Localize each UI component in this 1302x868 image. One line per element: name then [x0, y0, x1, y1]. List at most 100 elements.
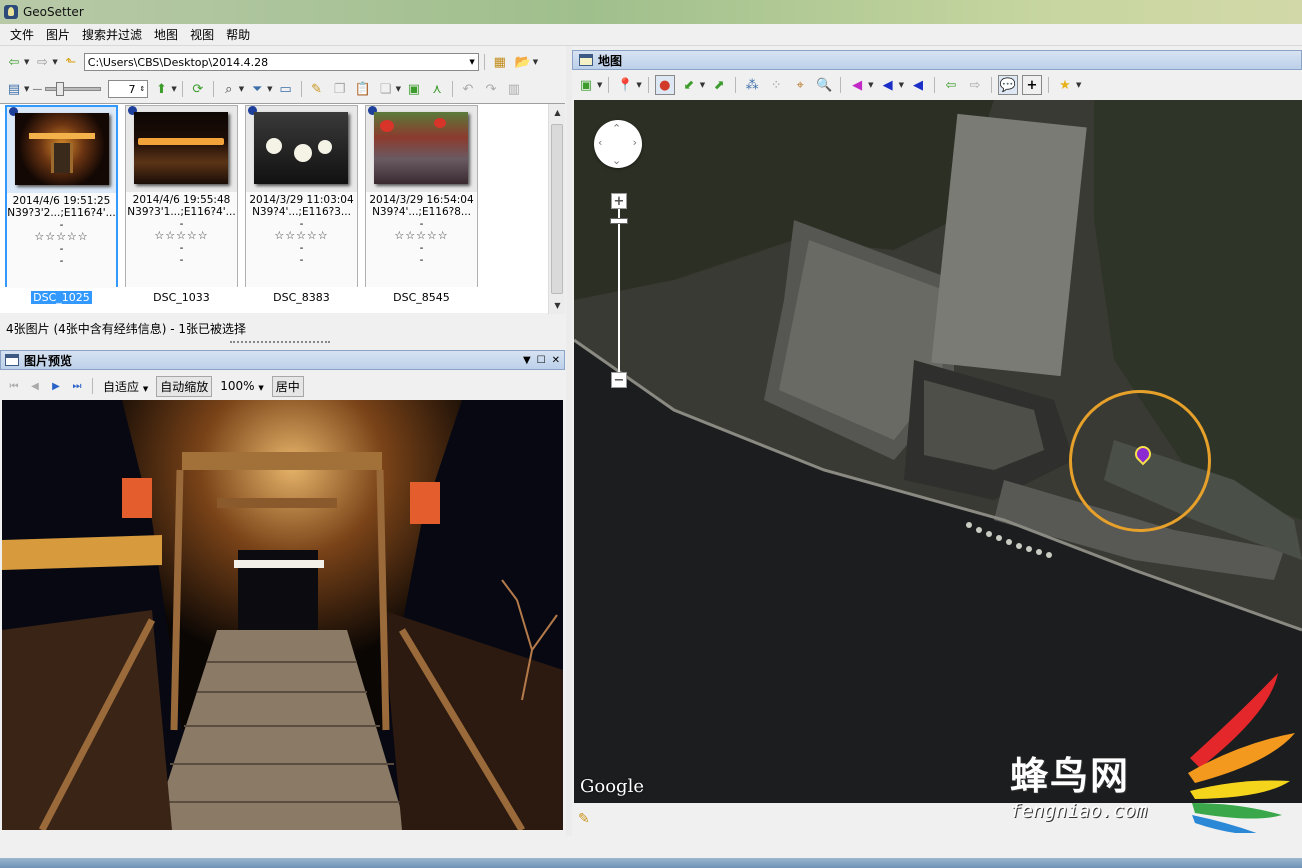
thumbnail-card[interactable]: 2014/4/6 19:55:48 N39?3'1...;E116?4'... … — [125, 105, 238, 287]
rating-stars[interactable]: ☆☆☆☆☆ — [126, 230, 237, 242]
zoom-dropdown-icon[interactable]: ▼ — [258, 384, 263, 392]
menu-search-filter[interactable]: 搜索并过滤 — [76, 26, 148, 43]
show-all-markers-icon[interactable]: ⁂ — [742, 75, 762, 95]
speech-bubble-icon[interactable]: 💬 — [997, 75, 1018, 95]
rating-stars[interactable]: ☆☆☆☆☆ — [246, 230, 357, 242]
blue-flag-icon[interactable]: ◀ — [878, 75, 898, 95]
open-folder-dropdown-icon[interactable]: ▼ — [533, 58, 538, 66]
search-location-icon[interactable]: 🔍 — [814, 75, 834, 95]
binoculars-icon[interactable]: ⌕ — [219, 79, 239, 99]
assign-dropdown-icon[interactable]: ▼ — [700, 81, 705, 89]
zoom-slider-knob[interactable] — [610, 218, 628, 224]
auto-zoom-button[interactable]: 自动缩放 — [156, 375, 213, 397]
pencil-icon[interactable]: ✎ — [578, 811, 590, 827]
assign-position-icon[interactable]: ⬋ — [679, 75, 699, 95]
map-forward-icon[interactable]: ⇨ — [965, 75, 985, 95]
last-image-icon[interactable]: ⏭ — [69, 381, 85, 392]
panel-close-icon[interactable]: ✕ — [552, 355, 560, 366]
zoom-to-marker-icon[interactable]: ⌖ — [790, 75, 810, 95]
sort-arrow-icon[interactable]: ⬆ — [151, 79, 171, 99]
fit-mode-dropdown-icon[interactable]: ▼ — [143, 385, 148, 393]
zoom-level-button[interactable]: 100% ▼ — [217, 378, 267, 394]
pan-right-icon[interactable]: › — [633, 136, 637, 149]
redo-icon[interactable]: ↷ — [481, 79, 501, 99]
target-flag-icon[interactable]: ◀ — [908, 75, 928, 95]
map-type-dropdown-icon[interactable]: ▼ — [597, 81, 602, 89]
center-button[interactable]: 居中 — [271, 375, 304, 397]
forward-arrow-icon[interactable]: ⇨ — [32, 52, 52, 72]
zoom-slider-track[interactable] — [618, 200, 620, 380]
marker-icon[interactable]: 📍 — [615, 75, 635, 95]
map-assign-icon[interactable]: ▣ — [404, 79, 424, 99]
map-back-icon[interactable]: ⇦ — [941, 75, 961, 95]
pan-up-icon[interactable]: ⌃ — [612, 122, 621, 135]
first-image-icon[interactable]: ⏮ — [6, 381, 22, 392]
vertical-splitter[interactable] — [566, 46, 572, 836]
menu-file[interactable]: 文件 — [4, 26, 40, 43]
back-arrow-icon[interactable]: ⇦ — [4, 52, 24, 72]
menu-map[interactable]: 地图 — [148, 26, 184, 43]
thumbnail-filename[interactable]: DSC_1025 — [5, 291, 118, 304]
thumbnail-filename[interactable]: DSC_8545 — [365, 291, 478, 304]
filter-icon[interactable]: ⏷ — [247, 79, 267, 99]
spin-arrows-icon[interactable]: ⇕ — [140, 85, 146, 93]
cluster-icon[interactable]: ⁘ — [766, 75, 786, 95]
track-icon[interactable]: ⋏ — [427, 79, 447, 99]
scroll-down-icon[interactable]: ▼ — [549, 297, 566, 314]
fit-mode-button[interactable]: 自适应 ▼ — [100, 377, 151, 396]
copy-icon[interactable]: ❐ — [330, 79, 350, 99]
forward-dropdown-icon[interactable]: ▼ — [52, 58, 57, 66]
thumbnail-card[interactable]: 2014/4/6 19:51:25 N39?3'2...;E116?4'... … — [5, 105, 118, 288]
thumbnail-filename[interactable]: DSC_1033 — [125, 291, 238, 304]
paste-special-icon[interactable]: ❏ — [376, 79, 396, 99]
menu-view[interactable]: 视图 — [184, 26, 220, 43]
edit-data-icon[interactable]: ✎ — [307, 79, 327, 99]
crosshair-icon[interactable]: + — [1021, 75, 1042, 95]
path-dropdown-icon[interactable]: ▼ — [469, 58, 474, 66]
map-zoom-in-button[interactable]: + — [611, 193, 627, 209]
next-image-icon[interactable]: ▶ — [48, 381, 64, 392]
rating-stars[interactable]: ☆☆☆☆☆ — [366, 230, 477, 242]
filter-dropdown-icon[interactable]: ▼ — [267, 85, 272, 93]
favorites-star-icon[interactable]: ★ — [1055, 75, 1075, 95]
scrollbar-thumb[interactable] — [551, 124, 563, 294]
panel-maximize-icon[interactable]: ☐ — [537, 355, 546, 366]
blue-flag-dropdown-icon[interactable]: ▼ — [899, 81, 904, 89]
thumbnail-card[interactable]: 2014/3/29 16:54:04 N39?4'...;E116?8... -… — [365, 105, 478, 287]
view-dropdown-icon[interactable]: ▼ — [24, 85, 29, 93]
sort-dropdown-icon[interactable]: ▼ — [171, 85, 176, 93]
thumbnail-card[interactable]: 2014/3/29 11:03:04 N39?4'...;E116?3... -… — [245, 105, 358, 287]
map-zoom-out-button[interactable]: − — [611, 372, 627, 388]
pan-left-icon[interactable]: ‹ — [598, 136, 602, 149]
purple-flag-dropdown-icon[interactable]: ▼ — [868, 81, 873, 89]
back-dropdown-icon[interactable]: ▼ — [24, 58, 29, 66]
image-info-icon[interactable]: ▭ — [276, 79, 296, 99]
purple-flag-icon[interactable]: ◀ — [847, 75, 867, 95]
marker-dropdown-icon[interactable]: ▼ — [636, 81, 641, 89]
menu-help[interactable]: 帮助 — [220, 26, 256, 43]
previous-image-icon[interactable]: ◀ — [27, 381, 43, 392]
open-folder-icon[interactable]: 📂 — [513, 52, 533, 72]
thumbnail-scrollbar[interactable]: ▲ ▼ — [548, 104, 565, 314]
paste-icon[interactable]: 📋 — [353, 79, 373, 99]
save-icon[interactable]: ▥ — [504, 79, 524, 99]
view-grid-icon[interactable]: ▤ — [4, 79, 24, 99]
favorites-dropdown-icon[interactable]: ▼ — [1076, 81, 1081, 89]
folder-up-icon[interactable]: ⬑ — [61, 52, 81, 72]
pan-down-icon[interactable]: ⌄ — [612, 154, 621, 167]
map-type-icon[interactable]: ▣ — [576, 75, 596, 95]
undo-icon[interactable]: ↶ — [458, 79, 478, 99]
paste-dropdown-icon[interactable]: ▼ — [396, 85, 401, 93]
menu-image[interactable]: 图片 — [40, 26, 76, 43]
refresh-icon[interactable]: ⟳ — [188, 79, 208, 99]
map-pan-control[interactable]: ⌃ ⌄ ‹ › — [594, 120, 642, 168]
thumbnail-size-input[interactable]: 7 ⇕ — [108, 80, 149, 98]
folder-tree-icon[interactable]: ▦ — [490, 52, 510, 72]
thumbnail-filename[interactable]: DSC_8383 — [245, 291, 358, 304]
folder-path-input[interactable]: C:\Users\CBS\Desktop\2014.4.28 ▼ — [83, 53, 479, 71]
copy-position-icon[interactable]: ⬈ — [709, 75, 729, 95]
panel-splitter[interactable] — [230, 341, 330, 345]
thumbnail-size-slider[interactable] — [45, 82, 102, 96]
panel-menu-icon[interactable]: ▼ — [523, 355, 531, 366]
slider-knob[interactable] — [56, 82, 65, 96]
